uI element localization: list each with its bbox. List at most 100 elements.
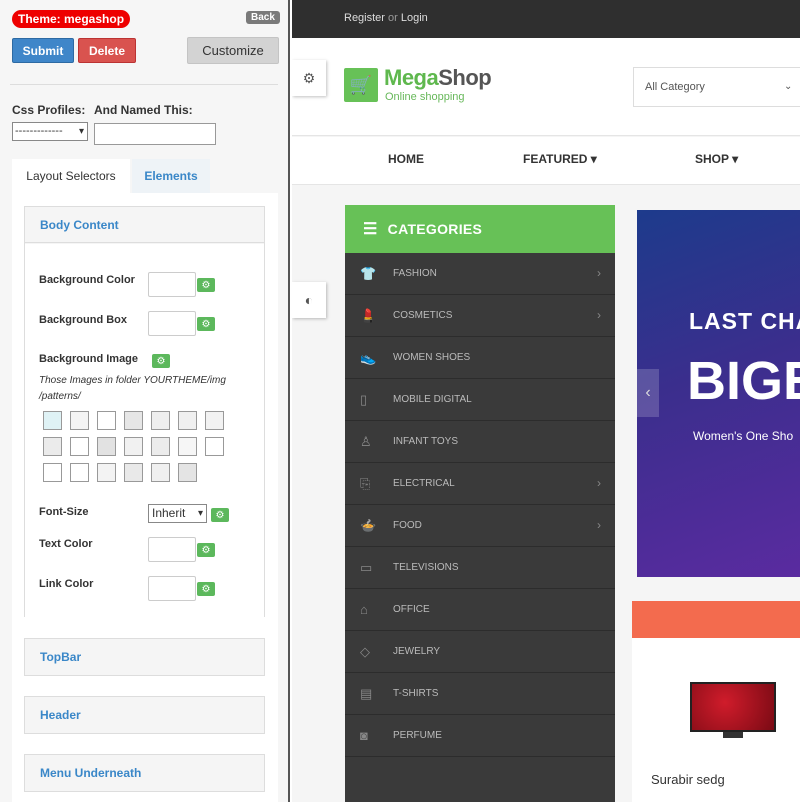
category-item[interactable]: 💄 COSMETICS › xyxy=(345,295,615,337)
submit-button[interactable]: Submit xyxy=(12,38,74,63)
product-image[interactable] xyxy=(690,682,776,738)
pattern-swatch[interactable] xyxy=(124,411,143,430)
theme-editor-panel: Theme: megashop Back Submit Delete Custo… xyxy=(0,0,290,802)
logo-shop: Shop xyxy=(438,65,492,90)
pattern-swatch[interactable] xyxy=(205,411,224,430)
nav-shop[interactable]: SHOP ▾ xyxy=(695,152,738,166)
delete-button[interactable]: Delete xyxy=(78,38,136,63)
gear-icon[interactable]: ⚙ xyxy=(197,543,215,557)
chevron-right-icon: › xyxy=(597,476,601,490)
category-item[interactable]: ♙ INFANT TOYS xyxy=(345,421,615,463)
category-label: INFANT TOYS xyxy=(393,436,459,447)
register-link[interactable]: Register xyxy=(344,12,385,24)
pattern-swatch[interactable] xyxy=(178,411,197,430)
layout-selectors-pane: Body Content Background Color ⚙ Backgrou… xyxy=(12,193,278,802)
gear-icon[interactable]: ⚙ xyxy=(197,582,215,596)
category-select-value: All Category xyxy=(645,81,705,93)
site-preview: Register or Login 🛒 MegaShop Online shop… xyxy=(292,0,800,802)
header-panel: Header xyxy=(24,696,265,734)
pattern-swatch[interactable] xyxy=(151,437,170,456)
categories-header[interactable]: ☰ CATEGORIES xyxy=(345,205,615,253)
tab-layout-selectors[interactable]: Layout Selectors xyxy=(12,159,130,193)
header-panel-header[interactable]: Header xyxy=(25,697,264,733)
gear-icon[interactable]: ⚙ xyxy=(292,60,326,96)
tv-icon: ▭ xyxy=(360,560,373,575)
body-content-body: Background Color ⚙ Background Box ⚙ Back… xyxy=(25,244,264,617)
category-item[interactable]: 👕 FASHION › xyxy=(345,253,615,295)
nav-featured[interactable]: FEATURED ▾ xyxy=(523,152,597,166)
background-box-input[interactable] xyxy=(148,311,196,336)
pattern-swatch[interactable] xyxy=(97,437,116,456)
pattern-swatch[interactable] xyxy=(70,437,89,456)
gear-icon[interactable]: ⚙ xyxy=(197,278,215,292)
pattern-swatch[interactable] xyxy=(205,437,224,456)
link-color-label: Link Color xyxy=(39,578,94,590)
lipstick-icon: 💄 xyxy=(360,308,377,323)
gear-icon[interactable]: ⚙ xyxy=(152,354,170,368)
pattern-swatch[interactable] xyxy=(151,411,170,430)
slider-prev-button[interactable]: ‹ xyxy=(637,369,659,417)
pattern-swatch[interactable] xyxy=(124,463,143,482)
category-item[interactable]: 👟 WOMEN SHOES xyxy=(345,337,615,379)
category-item[interactable]: ⎘ ELECTRICAL › xyxy=(345,463,615,505)
link-color-input[interactable] xyxy=(148,576,196,601)
category-select[interactable]: All Category ⌄ xyxy=(633,67,800,107)
pattern-swatch[interactable] xyxy=(124,437,143,456)
tab-elements[interactable]: Elements xyxy=(132,159,210,193)
pattern-swatch[interactable] xyxy=(97,463,116,482)
pattern-swatch[interactable] xyxy=(97,411,116,430)
category-label: TELEVISIONS xyxy=(393,562,459,573)
login-link[interactable]: Login xyxy=(401,12,428,24)
profile-name-input[interactable] xyxy=(94,123,216,145)
product-name[interactable]: Surabir sedg xyxy=(651,772,725,787)
pattern-swatch[interactable] xyxy=(43,463,62,482)
topbar-panel-header[interactable]: TopBar xyxy=(25,639,264,675)
body-content-header[interactable]: Body Content xyxy=(25,207,264,243)
gear-icon[interactable]: ⚙ xyxy=(211,508,229,522)
back-button[interactable]: Back xyxy=(246,11,280,24)
category-item[interactable]: ▤ T-SHIRTS xyxy=(345,673,615,715)
background-color-label: Background Color xyxy=(39,274,135,286)
category-label: ELECTRICAL xyxy=(393,478,455,489)
category-item[interactable]: 🍲 FOOD › xyxy=(345,505,615,547)
menu-underneath-panel: Menu Underneath xyxy=(24,754,265,792)
pattern-swatch[interactable] xyxy=(151,463,170,482)
category-label: FOOD xyxy=(393,520,422,531)
category-item[interactable]: ⌂ OFFICE xyxy=(345,589,615,631)
pattern-swatch[interactable] xyxy=(70,411,89,430)
css-profiles-label: Css Profiles: xyxy=(12,103,86,117)
pattern-swatch[interactable] xyxy=(178,463,197,482)
category-item[interactable]: ▯ MOBILE DIGITAL xyxy=(345,379,615,421)
css-profile-select[interactable]: ------------- ▾ xyxy=(12,122,88,141)
topbar-panel: TopBar xyxy=(24,638,265,676)
pattern-swatch[interactable] xyxy=(43,411,62,430)
nav-home[interactable]: HOME xyxy=(388,152,424,166)
pattern-swatch[interactable] xyxy=(70,463,89,482)
product-card[interactable]: Surabir sedg xyxy=(632,638,800,802)
chevron-right-icon: › xyxy=(597,266,601,280)
category-item[interactable]: ◙ PERFUME xyxy=(345,715,615,757)
site-logo[interactable]: MegaShop xyxy=(384,65,492,91)
logo-mega: Mega xyxy=(384,65,439,90)
font-size-value: Inherit xyxy=(152,506,186,520)
promo-bar xyxy=(632,601,800,638)
customize-button[interactable]: Customize xyxy=(187,37,279,64)
category-item[interactable]: ◇ JEWELRY xyxy=(345,631,615,673)
category-label: JEWELRY xyxy=(393,646,441,657)
background-color-input[interactable] xyxy=(148,272,196,297)
gear-icon[interactable]: ⚙ xyxy=(197,317,215,331)
pattern-swatch[interactable] xyxy=(43,437,62,456)
category-item[interactable]: ▭ TELEVISIONS xyxy=(345,547,615,589)
camera-icon: ◙ xyxy=(360,728,368,743)
text-color-input[interactable] xyxy=(148,537,196,562)
theme-badge: Theme: megashop xyxy=(12,10,131,28)
font-size-select[interactable]: Inherit ▾ xyxy=(148,504,207,523)
hero-banner[interactable]: LAST CHA BIGE Women's One Sho xyxy=(637,210,800,577)
menu-underneath-panel-header[interactable]: Menu Underneath xyxy=(25,755,264,791)
pattern-swatch[interactable] xyxy=(178,437,197,456)
contrast-icon[interactable]: ◐ xyxy=(292,282,326,318)
chevron-right-icon: › xyxy=(597,518,601,532)
cart-logo-icon[interactable]: 🛒 xyxy=(344,68,378,102)
chevron-down-icon: ▾ xyxy=(78,126,84,137)
sofa-icon: ▤ xyxy=(360,686,373,701)
